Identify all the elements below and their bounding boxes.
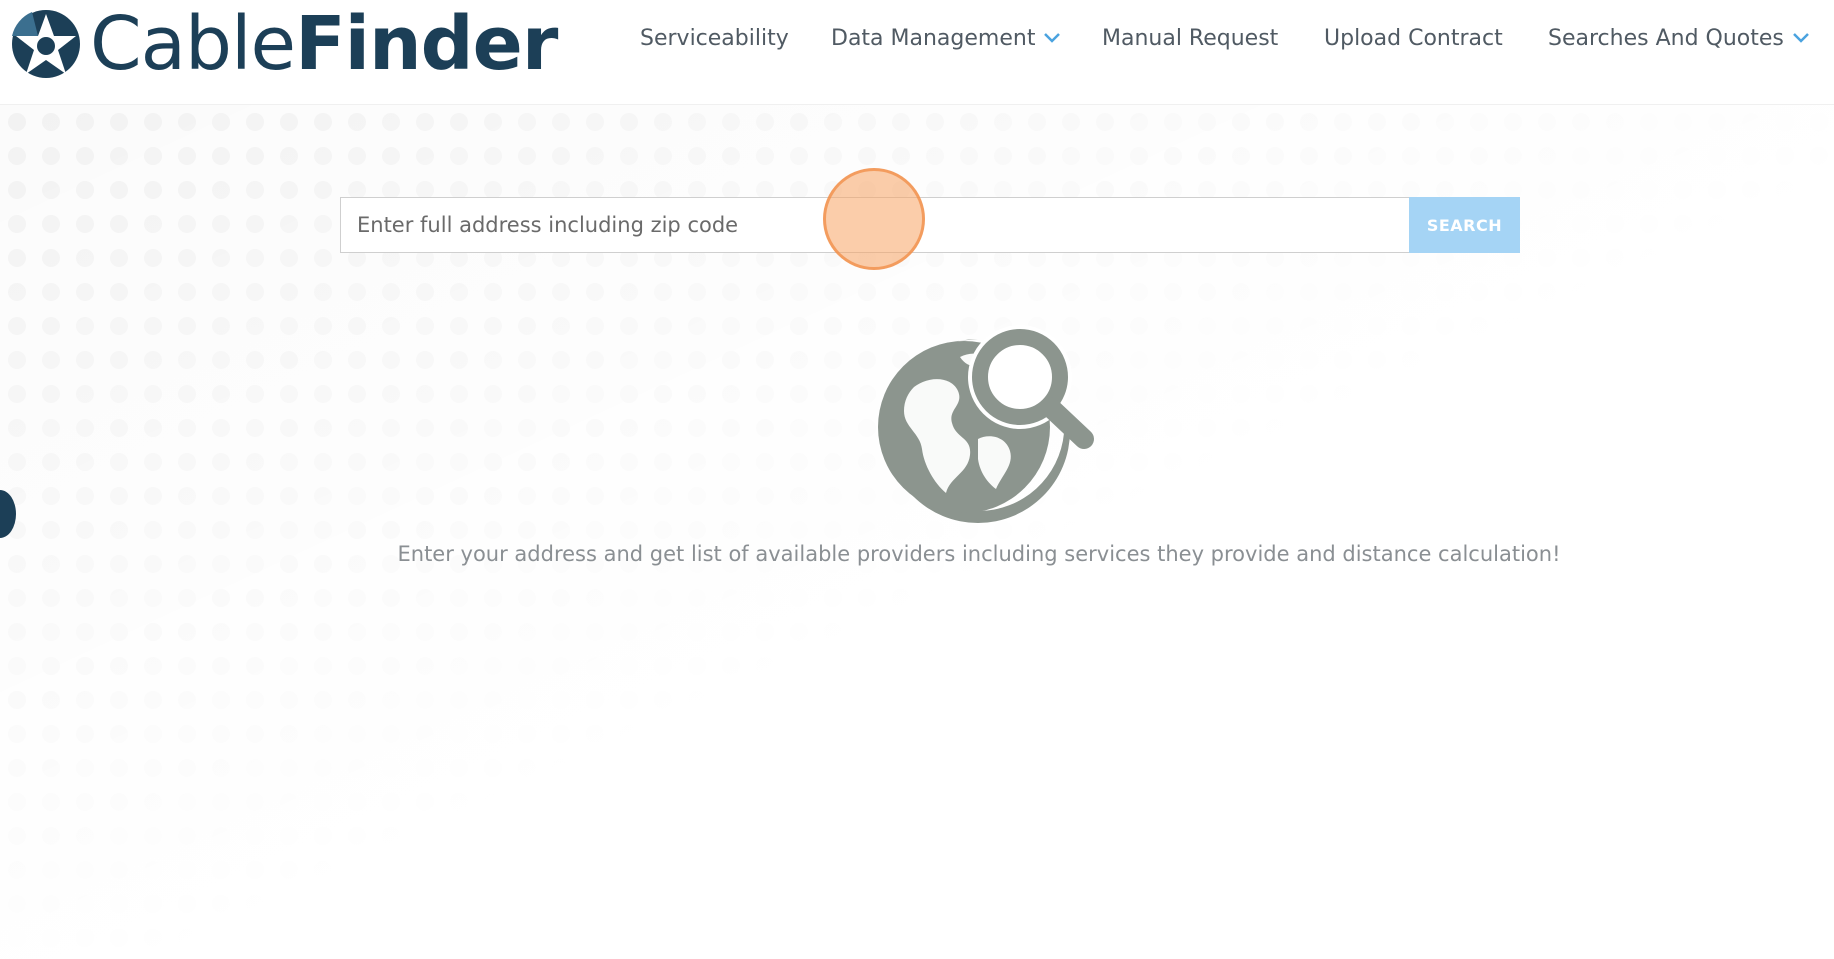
click-indicator bbox=[823, 168, 925, 270]
serviceability-page: CableFinder Serviceability Data Manageme… bbox=[0, 0, 1834, 959]
hero-description: Enter your address and get list of avail… bbox=[397, 542, 1561, 566]
logo-word-finder: Finder bbox=[295, 1, 558, 87]
nav-data-management[interactable]: Data Management bbox=[831, 20, 1061, 56]
nav-searches-and-quotes[interactable]: Searches And Quotes bbox=[1548, 20, 1810, 56]
nav-serviceability[interactable]: Serviceability bbox=[640, 20, 789, 56]
top-navbar: CableFinder Serviceability Data Manageme… bbox=[0, 0, 1834, 105]
chevron-down-icon bbox=[1044, 33, 1061, 43]
side-panel-toggle[interactable] bbox=[0, 490, 16, 538]
nav-upload-contract[interactable]: Upload Contract bbox=[1324, 20, 1503, 56]
chevron-down-icon bbox=[1792, 33, 1809, 43]
nav-manual-request[interactable]: Manual Request bbox=[1102, 20, 1278, 56]
address-search-bar: SEARCH bbox=[340, 197, 1520, 253]
logo-wordmark: CableFinder bbox=[90, 1, 558, 87]
search-button[interactable]: SEARCH bbox=[1409, 197, 1520, 253]
logo-word-cable: Cable bbox=[90, 1, 296, 87]
cablefinder-logo[interactable]: CableFinder bbox=[10, 1, 558, 87]
nav-serviceability-label: Serviceability bbox=[640, 25, 789, 51]
logo-mark-icon bbox=[12, 10, 80, 78]
nav-searches-and-quotes-label: Searches And Quotes bbox=[1548, 25, 1784, 51]
nav-data-management-label: Data Management bbox=[831, 25, 1036, 51]
nav-upload-contract-label: Upload Contract bbox=[1324, 25, 1503, 51]
globe-search-icon bbox=[878, 325, 1094, 523]
nav-manual-request-label: Manual Request bbox=[1102, 25, 1279, 51]
